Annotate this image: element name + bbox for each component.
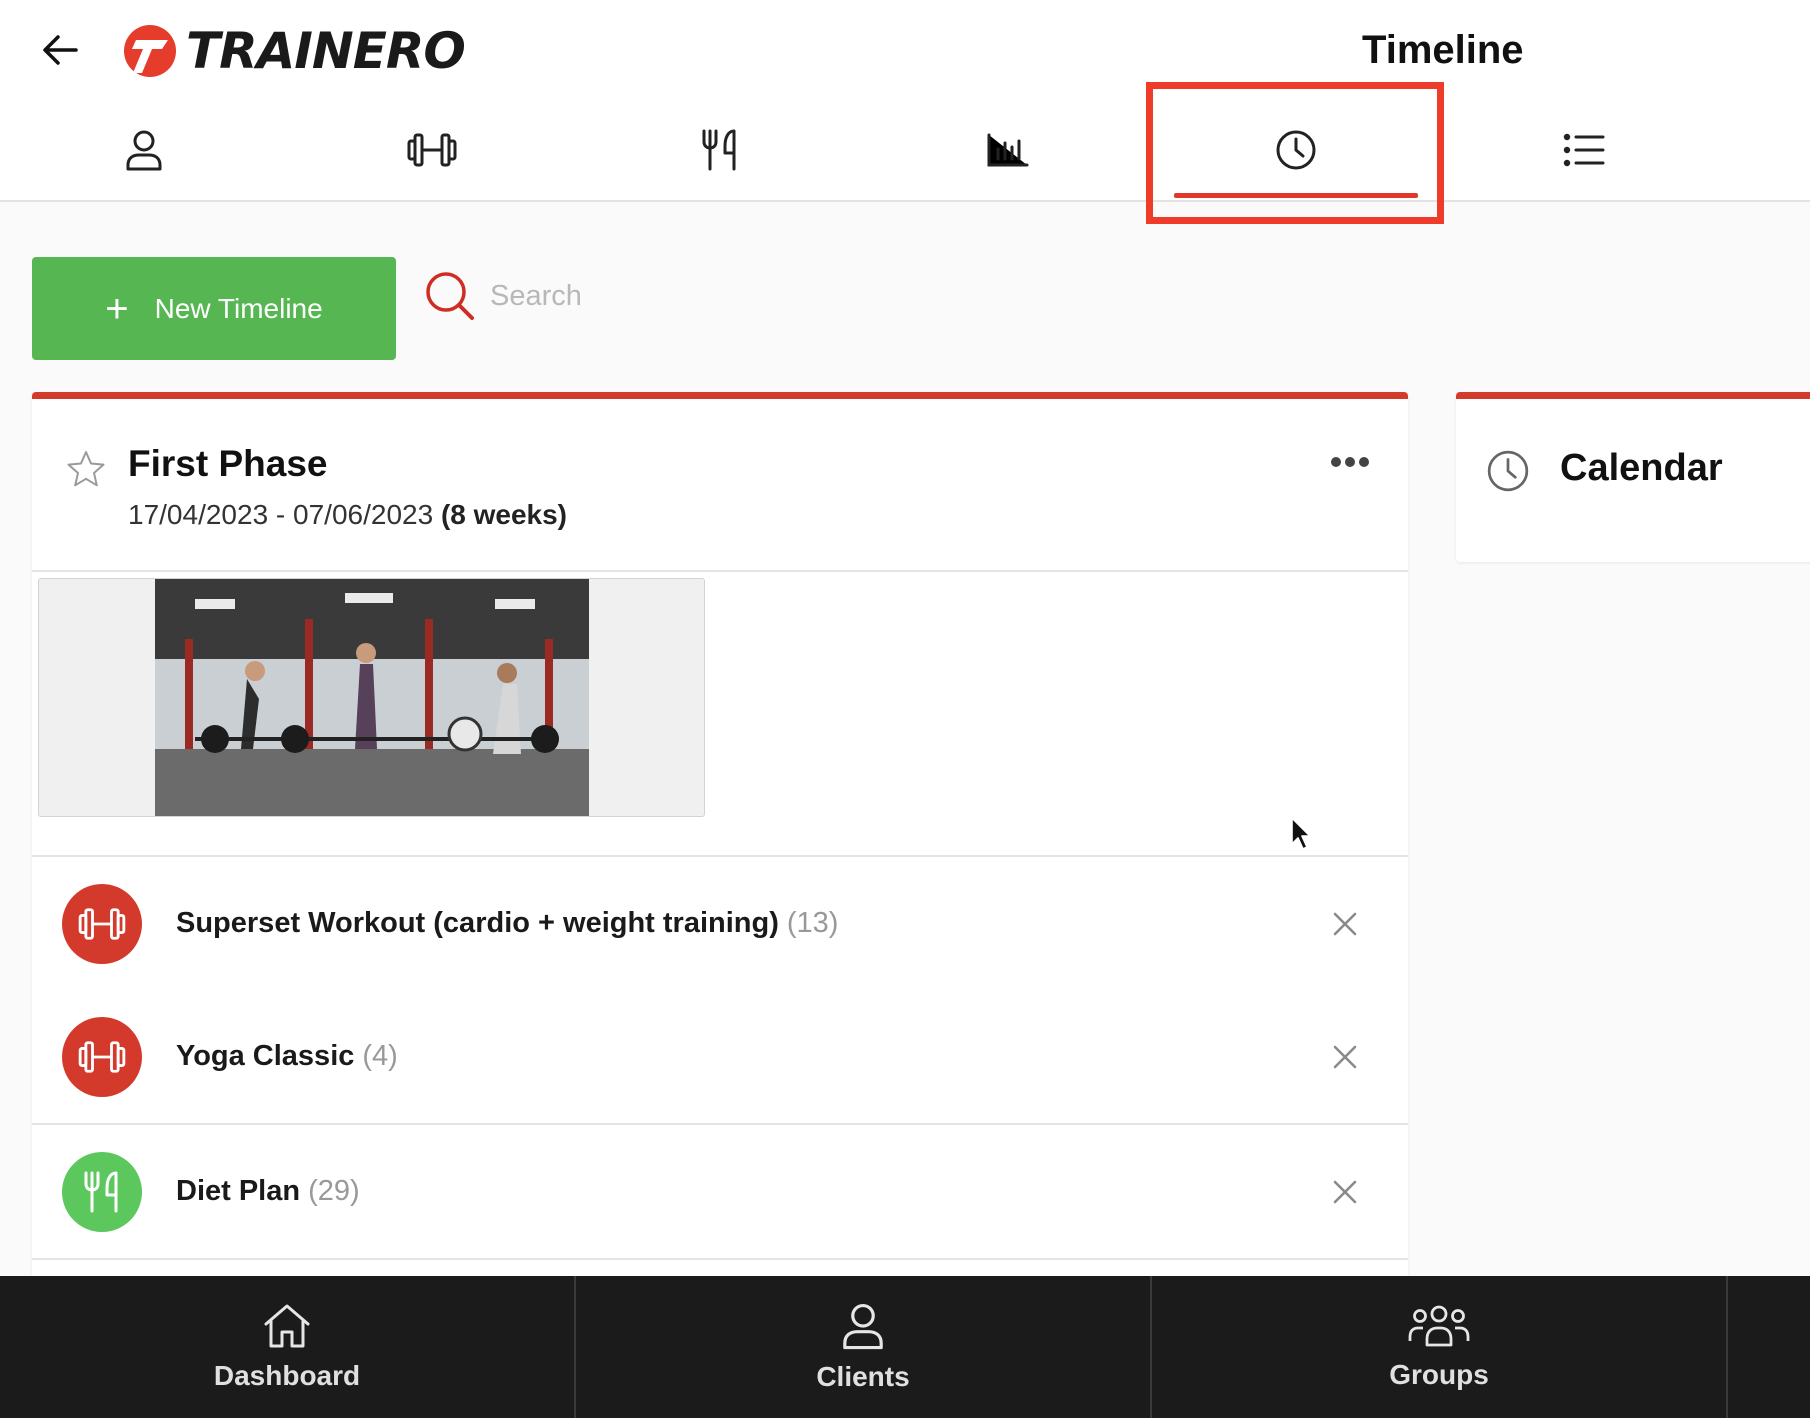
dumbbell-icon [78, 907, 126, 940]
bottom-nav: Dashboard Clients Groups [0, 1276, 1810, 1418]
logo-mark-icon [124, 25, 176, 77]
arrow-left-icon [43, 35, 78, 65]
item-name: Yoga Classic [176, 1040, 355, 1072]
timeline-card: First Phase 17/04/2023 - 07/06/2023 (8 w… [32, 392, 1408, 1292]
user-icon [843, 1303, 883, 1350]
dumbbell-icon [78, 1040, 126, 1073]
tab-list[interactable] [1440, 100, 1728, 200]
close-icon [1333, 912, 1357, 935]
tab-stats[interactable] [864, 100, 1152, 200]
close-icon [1333, 1180, 1357, 1203]
list-item[interactable]: Yoga Classic (4) [32, 990, 1408, 1125]
bar-chart-icon [987, 133, 1029, 167]
search-bar [424, 270, 910, 322]
search-input[interactable] [490, 279, 910, 313]
app-root: TRAINERO Timeline + New Timeline Search … [0, 0, 1810, 1418]
page-title: Timeline [1362, 28, 1524, 72]
tab-workouts[interactable] [288, 100, 576, 200]
star-icon[interactable] [66, 449, 106, 489]
new-timeline-button[interactable]: + New Timeline [32, 257, 396, 360]
timeline-title: First Phase [128, 443, 328, 484]
nav-clients[interactable]: Clients [576, 1276, 1152, 1418]
item-label: Diet Plan (29) [176, 1175, 360, 1208]
nav-groups[interactable]: Groups [1152, 1276, 1728, 1418]
item-count: (13) [786, 907, 839, 939]
tab-nutrition[interactable] [576, 100, 864, 200]
back-button[interactable] [36, 26, 84, 74]
remove-item-button[interactable] [1328, 1175, 1362, 1209]
more-options-icon[interactable] [1330, 455, 1370, 469]
trainero-logo: TRAINERO [122, 22, 466, 80]
home-icon [264, 1304, 310, 1348]
timeline-items: Superset Workout (cardio + weight traini… [32, 857, 1408, 1260]
list-icon [1563, 133, 1605, 167]
user-icon [126, 130, 162, 171]
fork-knife-icon [702, 129, 736, 171]
nutrition-badge [62, 1151, 142, 1232]
nav-dashboard[interactable]: Dashboard [0, 1276, 576, 1418]
plus-icon: + [105, 286, 129, 331]
list-item[interactable]: Diet Plan (29) [32, 1125, 1408, 1260]
date-range: 17/04/2023 - 07/06/2023 [128, 499, 434, 530]
workout-badge [62, 883, 142, 964]
section-tabs [0, 100, 1735, 200]
tab-profile[interactable] [0, 100, 288, 200]
workout-badge [62, 1016, 142, 1097]
calendar-card[interactable]: Calendar [1456, 392, 1810, 562]
item-name: Superset Workout (cardio + weight traini… [176, 907, 779, 939]
item-name: Diet Plan [176, 1175, 301, 1207]
gym-photo [155, 579, 589, 816]
timeline-dates: 17/04/2023 - 07/06/2023 (8 weeks) [128, 499, 567, 531]
nav-clients-label: Clients [816, 1361, 910, 1392]
nav-groups-label: Groups [1389, 1359, 1489, 1390]
top-header: TRAINERO Timeline [0, 0, 1810, 224]
item-label: Superset Workout (cardio + weight traini… [176, 907, 838, 940]
close-icon [1333, 1045, 1357, 1068]
item-count: (4) [362, 1040, 398, 1072]
dumbbell-icon [407, 133, 457, 167]
nav-dashboard-label: Dashboard [213, 1360, 361, 1391]
item-label: Yoga Classic (4) [176, 1040, 398, 1073]
brand-name: TRAINERO [186, 22, 466, 80]
fork-knife-icon [84, 1171, 118, 1212]
timeline-image[interactable] [38, 578, 705, 817]
calendar-title: Calendar [1560, 447, 1723, 489]
remove-item-button[interactable] [1328, 1040, 1362, 1074]
new-timeline-label: New Timeline [154, 292, 323, 324]
clock-icon [1487, 450, 1529, 492]
clock-icon [1276, 130, 1316, 170]
timeline-card-header: First Phase 17/04/2023 - 07/06/2023 (8 w… [32, 399, 1408, 572]
search-icon[interactable] [424, 270, 476, 322]
mouse-cursor-icon [1291, 817, 1311, 850]
group-icon [1408, 1305, 1470, 1347]
remove-item-button[interactable] [1328, 907, 1362, 941]
tab-timeline[interactable] [1152, 100, 1440, 200]
duration: (8 weeks) [440, 499, 568, 530]
item-count: (29) [308, 1175, 360, 1207]
timeline-image-area [32, 572, 1408, 857]
list-item[interactable]: Superset Workout (cardio + weight traini… [32, 857, 1408, 990]
